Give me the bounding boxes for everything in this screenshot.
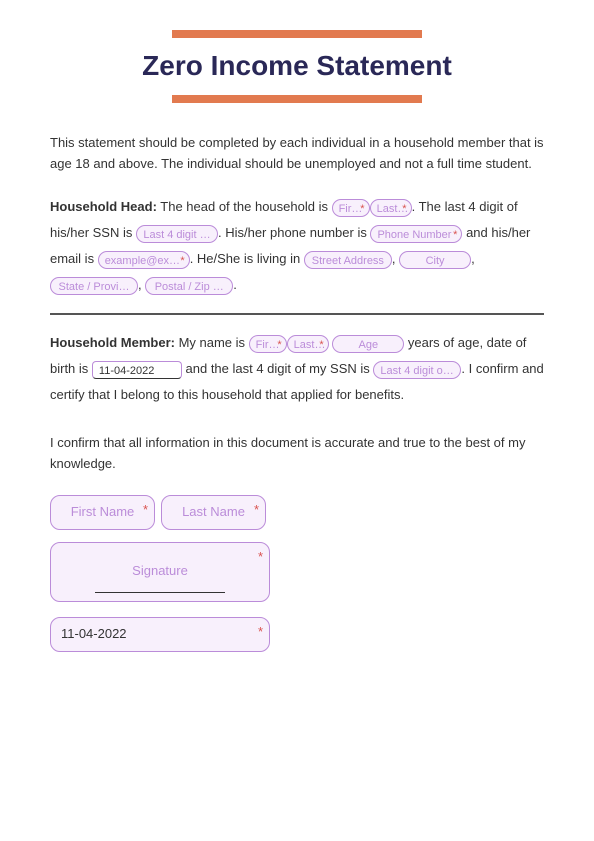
member-first-name-field[interactable]: Fir… [249,335,287,353]
head-phone-field[interactable]: Phone Number [370,225,462,243]
head-email-field[interactable]: example@ex… [98,251,190,269]
intro-text: This statement should be completed by ea… [50,133,544,175]
household-member-label: Household Member: [50,335,175,350]
signature-line [95,592,225,593]
confirm-text: I confirm that all information in this d… [50,433,544,475]
household-member-section: Household Member: My name is Fir…Last… A… [50,330,544,408]
member-age-field[interactable]: Age [332,335,404,353]
head-ssn-field[interactable]: Last 4 digit … [136,225,218,243]
head-city-field[interactable]: City [399,251,471,269]
member-last-name-field[interactable]: Last… [287,335,329,353]
header-bar-top [172,30,422,38]
head-postal-field[interactable]: Postal / Zip … [145,277,233,295]
head-last-name-field[interactable]: Last… [370,199,412,217]
head-first-name-field[interactable]: Fir… [332,199,370,217]
signer-last-name-field[interactable]: Last Name [161,495,266,530]
member-dob-field[interactable]: 11-04-2022 [92,361,182,379]
household-head-section: Household Head: The head of the househol… [50,194,544,298]
header-bar-bottom [172,95,422,103]
signature-date-field[interactable]: 11-04-2022 [50,617,270,652]
household-head-label: Household Head: [50,199,157,214]
document-title: Zero Income Statement [50,38,544,95]
signer-name-row: First Name Last Name [50,495,544,530]
head-state-field[interactable]: State / Provi… [50,277,138,295]
section-divider [50,313,544,315]
signature-field[interactable]: Signature [50,542,270,602]
signer-first-name-field[interactable]: First Name [50,495,155,530]
head-street-field[interactable]: Street Address [304,251,392,269]
member-ssn-field[interactable]: Last 4 digit o… [373,361,461,379]
